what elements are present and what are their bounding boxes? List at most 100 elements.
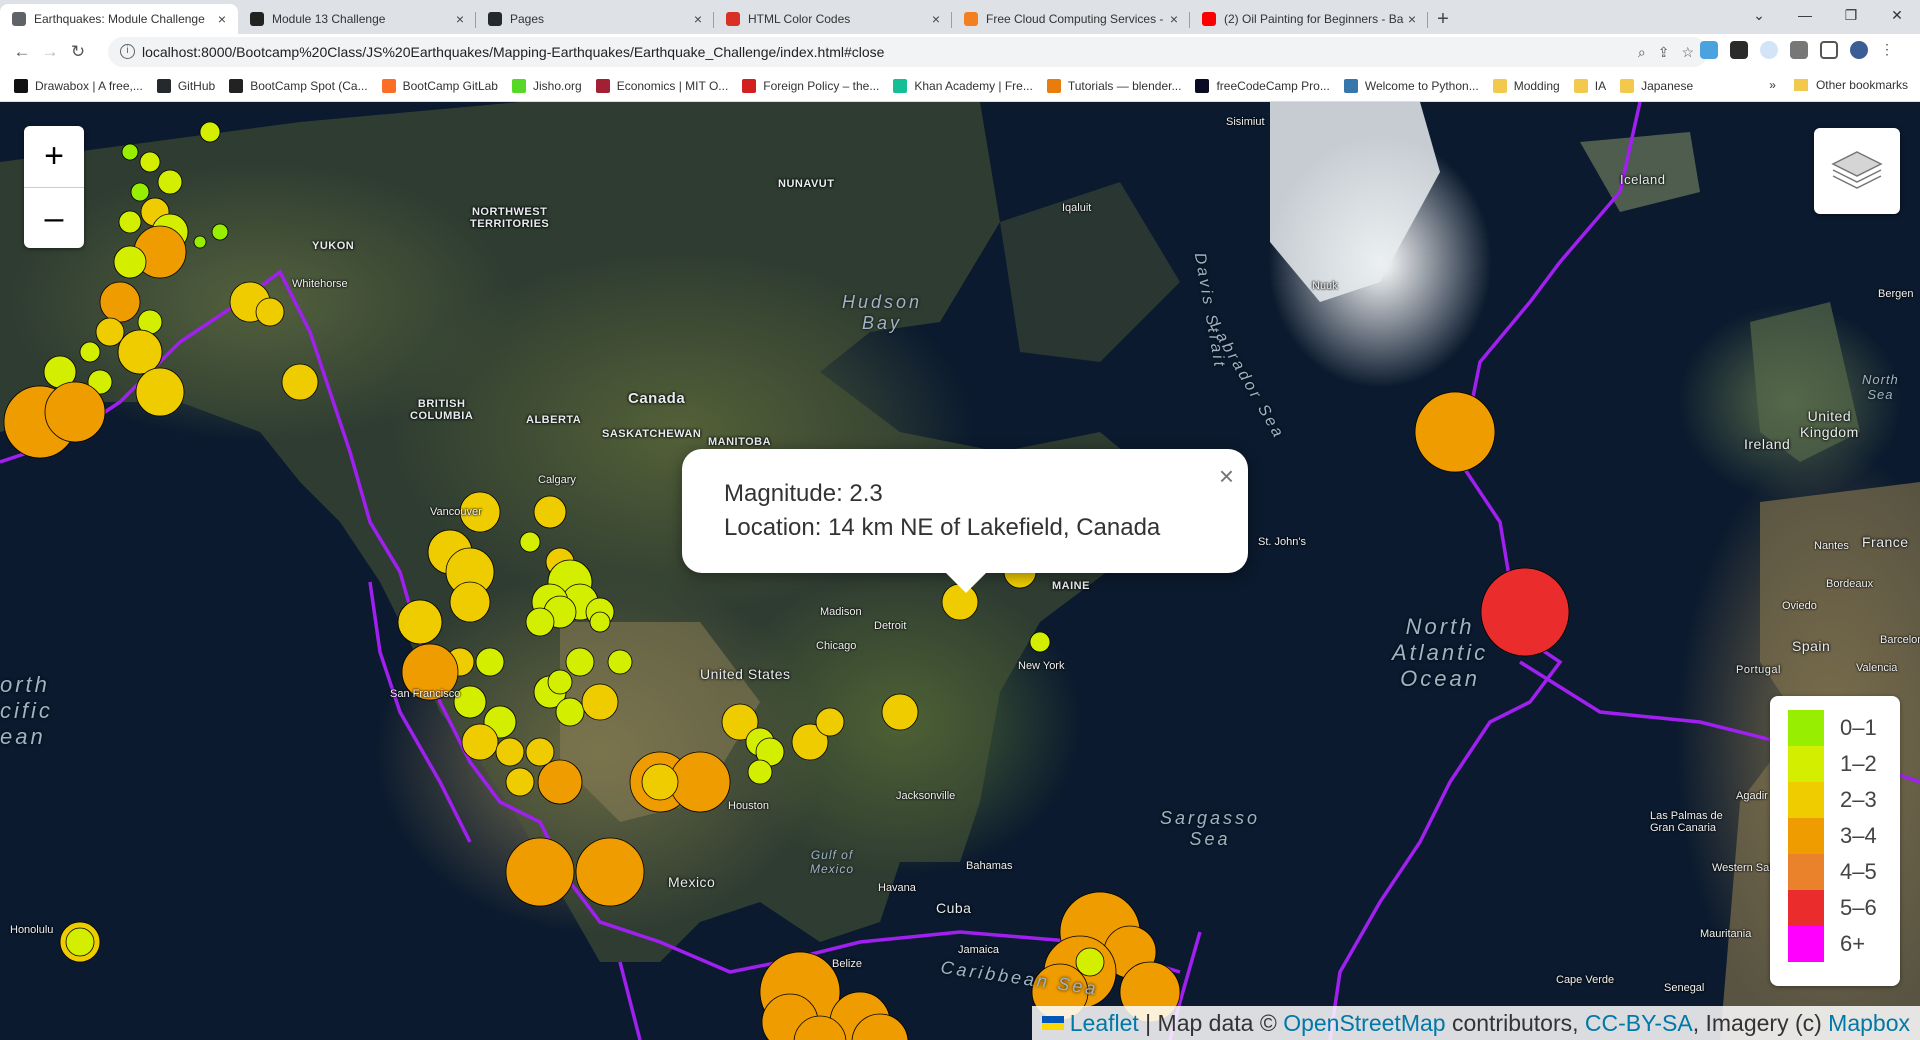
osm-link[interactable]: OpenStreetMap [1283, 1010, 1445, 1037]
earthquake-marker[interactable] [449, 581, 491, 623]
popup-close-button[interactable]: × [1219, 459, 1234, 493]
side-panel-icon[interactable] [1820, 41, 1838, 59]
earthquake-marker[interactable] [397, 599, 443, 645]
forward-arrow-icon[interactable]: → [36, 42, 64, 62]
bookmark-item[interactable]: Khan Academy | Fre... [893, 78, 1033, 93]
earthquake-marker[interactable] [121, 143, 139, 161]
earthquake-marker[interactable] [157, 169, 183, 195]
earthquake-marker[interactable] [130, 182, 150, 202]
browser-tab[interactable]: (2) Oil Painting for Beginners - Ba × [1190, 4, 1428, 34]
browser-tab[interactable]: Pages × [476, 4, 714, 34]
earthquake-marker[interactable] [669, 751, 731, 813]
minimize-icon[interactable]: — [1782, 0, 1828, 30]
earthquake-marker[interactable] [555, 697, 585, 727]
browser-tab[interactable]: Free Cloud Computing Services - × [952, 4, 1190, 34]
earthquake-marker[interactable] [118, 210, 142, 234]
earthquake-marker[interactable] [495, 737, 525, 767]
earthquake-marker[interactable] [95, 317, 125, 347]
restore-icon[interactable]: ❐ [1828, 0, 1874, 30]
earthquake-marker[interactable] [505, 837, 575, 907]
earthquake-marker[interactable] [607, 649, 633, 675]
bookmark-item[interactable]: Welcome to Python... [1343, 78, 1479, 93]
layers-control-button[interactable] [1814, 128, 1900, 214]
earthquake-marker[interactable] [533, 495, 567, 529]
menu-kebab-icon[interactable]: ⋮ [1880, 41, 1894, 59]
bookmark-item[interactable]: Foreign Policy – the... [742, 78, 879, 93]
earthquake-marker[interactable] [519, 531, 541, 553]
earthquake-marker[interactable] [547, 669, 573, 695]
address-bar[interactable]: i localhost:8000/Bootcamp%20Class/JS%20E… [108, 37, 1708, 67]
earthquake-marker[interactable] [211, 223, 229, 241]
mapbox-link[interactable]: Mapbox [1828, 1010, 1910, 1037]
browser-tab[interactable]: Earthquakes: Module Challenge × [0, 4, 238, 34]
leaflet-map[interactable]: NUNAVUT NORTHWEST TERRITORIES YUKON BRIT… [0, 102, 1920, 1040]
earthquake-marker[interactable] [475, 647, 505, 677]
earthquake-marker[interactable] [139, 151, 161, 173]
earthquake-marker[interactable] [135, 367, 185, 417]
bookmark-item[interactable]: BootCamp GitLab [381, 78, 498, 93]
bookmark-item[interactable]: Jisho.org [511, 78, 582, 93]
earthquake-marker[interactable] [581, 683, 619, 721]
earthquake-marker[interactable] [461, 723, 499, 761]
earthquake-marker[interactable] [565, 647, 595, 677]
earthquake-marker[interactable] [881, 693, 919, 731]
earthquake-marker[interactable] [575, 837, 645, 907]
earthquake-marker[interactable] [117, 329, 163, 375]
earthquake-marker[interactable] [505, 767, 535, 797]
reload-icon[interactable]: ↻ [64, 42, 92, 62]
profile-avatar-icon[interactable] [1850, 41, 1868, 59]
earthquake-marker[interactable] [1480, 567, 1570, 657]
earthquake-marker[interactable] [193, 235, 207, 249]
bookmark-item[interactable]: Japanese [1620, 78, 1693, 93]
puzzle-extensions-icon[interactable] [1790, 41, 1808, 59]
earthquake-marker[interactable] [525, 607, 555, 637]
tab-close-icon[interactable]: × [932, 11, 940, 27]
earthquake-marker[interactable] [747, 759, 773, 785]
tab-close-icon[interactable]: × [1408, 11, 1416, 27]
bookmark-item[interactable]: Economics | MIT O... [595, 78, 728, 93]
bookmark-item[interactable]: Drawabox | A free,... [14, 78, 143, 93]
tab-close-icon[interactable]: × [694, 11, 702, 27]
zoom-out-button[interactable]: – [24, 188, 84, 249]
bookmarks-overflow-button[interactable]: » [1769, 78, 1776, 92]
earthquake-marker[interactable] [99, 281, 141, 323]
license-link[interactable]: CC-BY-SA [1585, 1010, 1693, 1037]
bookmark-item[interactable]: IA [1573, 78, 1606, 93]
new-tab-button[interactable]: + [1428, 4, 1458, 34]
earthquake-marker[interactable] [44, 381, 106, 443]
tab-close-icon[interactable]: × [1170, 11, 1178, 27]
bookmark-item[interactable]: Tutorials — blender... [1046, 78, 1181, 93]
earthquake-marker[interactable] [199, 121, 221, 143]
cloud-extension-icon[interactable] [1700, 41, 1718, 59]
earthquake-marker[interactable] [113, 245, 147, 279]
share-icon[interactable]: ⇪ [1658, 44, 1670, 61]
zoom-magnifier-icon[interactable]: ⌕ [1638, 44, 1646, 61]
bookmark-item[interactable]: freeCodeCamp Pro... [1195, 78, 1330, 93]
earthquake-marker[interactable] [79, 341, 101, 363]
back-arrow-icon[interactable]: ← [8, 42, 36, 62]
bookmark-item[interactable]: GitHub [156, 78, 215, 93]
earthquake-marker[interactable] [537, 759, 583, 805]
tab-close-icon[interactable]: × [218, 11, 226, 27]
earthquake-marker[interactable] [1029, 631, 1051, 653]
earthquake-marker[interactable] [525, 737, 555, 767]
earthquake-marker[interactable] [815, 707, 845, 737]
browser-tab[interactable]: HTML Color Codes × [714, 4, 952, 34]
tab-close-icon[interactable]: × [456, 11, 464, 27]
site-info-icon[interactable]: i [120, 44, 135, 59]
k-extension-icon[interactable] [1730, 41, 1748, 59]
tab-search-icon[interactable]: ⌄ [1736, 0, 1782, 30]
earthquake-marker[interactable] [281, 363, 319, 401]
leaflet-link[interactable]: Leaflet [1070, 1010, 1139, 1037]
earthquake-marker[interactable] [589, 611, 611, 633]
close-window-icon[interactable]: ✕ [1874, 0, 1920, 30]
earthquake-marker[interactable] [641, 763, 679, 801]
bookmark-item[interactable]: BootCamp Spot (Ca... [229, 78, 368, 93]
earthquake-marker[interactable] [1075, 947, 1105, 977]
zoom-in-button[interactable]: + [24, 126, 84, 187]
bookmark-item[interactable]: Modding [1492, 78, 1560, 93]
other-bookmarks-button[interactable]: Other bookmarks [1816, 78, 1908, 92]
earthquake-marker[interactable] [255, 297, 285, 327]
j-extension-icon[interactable] [1760, 41, 1778, 59]
browser-tab[interactable]: Module 13 Challenge × [238, 4, 476, 34]
